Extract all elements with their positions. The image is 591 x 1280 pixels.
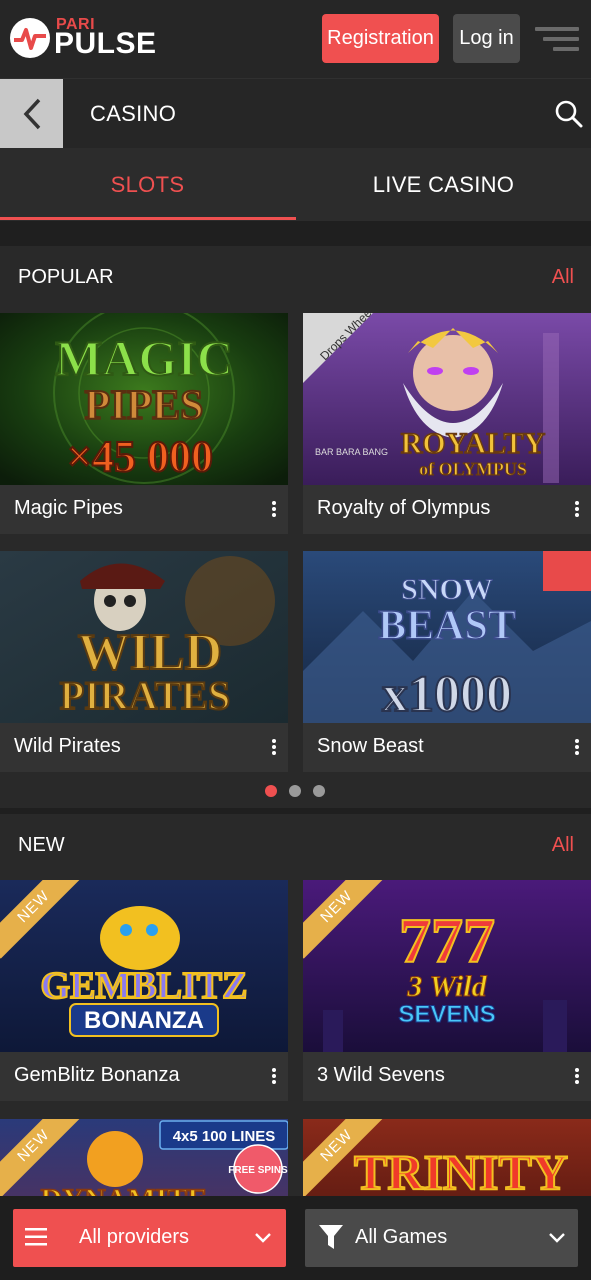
game-thumbnail: WILD PIRATES [0, 551, 288, 723]
game-thumbnail: Drops Wheels BAR BARA BANG ROYALTY of OL… [303, 313, 591, 485]
app-header: PARI PULSE Registration Log in [0, 0, 591, 78]
chevron-down-icon [549, 1233, 565, 1243]
more-vertical-icon[interactable] [272, 1068, 276, 1084]
art-sub: BONANZA [84, 1007, 204, 1034]
game-name: 3 Wild Sevens [317, 1064, 445, 1086]
art-sub: 4x5 100 LINES [173, 1128, 276, 1145]
section-navbar: CASINO [0, 78, 591, 149]
more-vertical-icon[interactable] [272, 739, 276, 755]
art-extra: FREE SPINS [228, 1165, 288, 1176]
brand-main-text: PULSE [54, 27, 157, 60]
more-vertical-icon[interactable] [575, 739, 579, 755]
see-all-link[interactable]: All [552, 834, 574, 857]
list-icon [25, 1228, 47, 1246]
game-card[interactable]: WILD PIRATES Wild Pirates [0, 551, 288, 772]
game-thumbnail: GEMBLITZ BONANZA NEW [0, 880, 288, 1052]
providers-label: All providers [79, 1226, 190, 1248]
page-title: CASINO [90, 101, 177, 126]
section-heading: NEW [18, 834, 65, 856]
game-name: Wild Pirates [14, 735, 121, 757]
carousel-pager [265, 785, 327, 797]
art-title: MAGIC [55, 330, 233, 386]
providers-dropdown[interactable]: All providers [13, 1209, 286, 1267]
back-chevron-icon [23, 98, 40, 130]
game-thumbnail: 777 3 Wild SEVENS NEW [303, 880, 591, 1052]
brand-logo[interactable]: PARI PULSE [10, 14, 170, 62]
tab-slots[interactable]: SLOTS [0, 148, 295, 221]
game-card[interactable]: GEMBLITZ BONANZA NEW GemBlitz Bonanza [0, 880, 288, 1101]
category-tabs: SLOTS LIVE CASINO [0, 148, 591, 221]
art-extra: x1000 [382, 666, 512, 723]
more-vertical-icon[interactable] [575, 1068, 579, 1084]
popular-section: POPULAR All MAGIC PIPES ×45 000 Magic Pi… [0, 246, 591, 808]
art-badge: BAR BARA BANG [315, 447, 388, 457]
art-title: SNOW [401, 573, 493, 606]
art-title: ROYALTY [401, 427, 546, 460]
filter-icon [319, 1225, 343, 1249]
game-thumbnail: SNOW BEAST x1000 [303, 551, 591, 723]
art-sub: BEAST [378, 603, 516, 649]
game-name: Snow Beast [317, 735, 424, 757]
games-filter-label: All Games [355, 1226, 448, 1248]
art-sub: 3 Wild [406, 970, 487, 1003]
pager-dot-active[interactable] [265, 785, 277, 797]
game-card[interactable]: SNOW BEAST x1000 Snow Beast [303, 551, 591, 772]
art-title: TRINITY [354, 1144, 568, 1200]
game-name: GemBlitz Bonanza [14, 1064, 180, 1086]
more-vertical-icon[interactable] [272, 501, 276, 517]
art-extra: ×45 000 [67, 432, 213, 481]
pager-dot[interactable] [313, 785, 325, 797]
games-filter-dropdown[interactable]: All Games [305, 1209, 578, 1267]
art-title: 777 [399, 905, 495, 976]
filter-bar: All providers All Games [0, 1196, 591, 1280]
see-all-link[interactable]: All [552, 266, 574, 289]
chevron-down-icon [255, 1233, 271, 1243]
game-card[interactable]: 777 3 Wild SEVENS NEW 3 Wild Sevens [303, 880, 591, 1101]
search-icon[interactable] [554, 99, 584, 129]
pager-dot[interactable] [289, 785, 301, 797]
art-sub: PIRATES [60, 673, 230, 718]
art-extra: SEVENS [398, 1001, 495, 1028]
game-card[interactable]: Drops Wheels BAR BARA BANG ROYALTY of OL… [303, 313, 591, 534]
login-button[interactable]: Log in [453, 14, 520, 63]
game-name: Royalty of Olympus [317, 497, 491, 519]
art-sub: of OLYMPUS [419, 459, 527, 479]
logo-icon [10, 18, 50, 58]
hamburger-menu-icon[interactable] [535, 27, 579, 53]
art-sub: PIPES [84, 383, 203, 429]
game-card[interactable]: MAGIC PIPES ×45 000 Magic Pipes [0, 313, 288, 534]
more-vertical-icon[interactable] [575, 501, 579, 517]
tab-live-casino[interactable]: LIVE CASINO [296, 148, 591, 221]
registration-button[interactable]: Registration [322, 14, 439, 63]
art-title: GEMBLITZ [41, 965, 248, 1007]
game-name: Magic Pipes [14, 497, 123, 519]
game-thumbnail: MAGIC PIPES ×45 000 [0, 313, 288, 485]
back-button[interactable] [0, 79, 63, 149]
active-tab-indicator [0, 217, 296, 220]
section-heading: POPULAR [18, 266, 114, 288]
